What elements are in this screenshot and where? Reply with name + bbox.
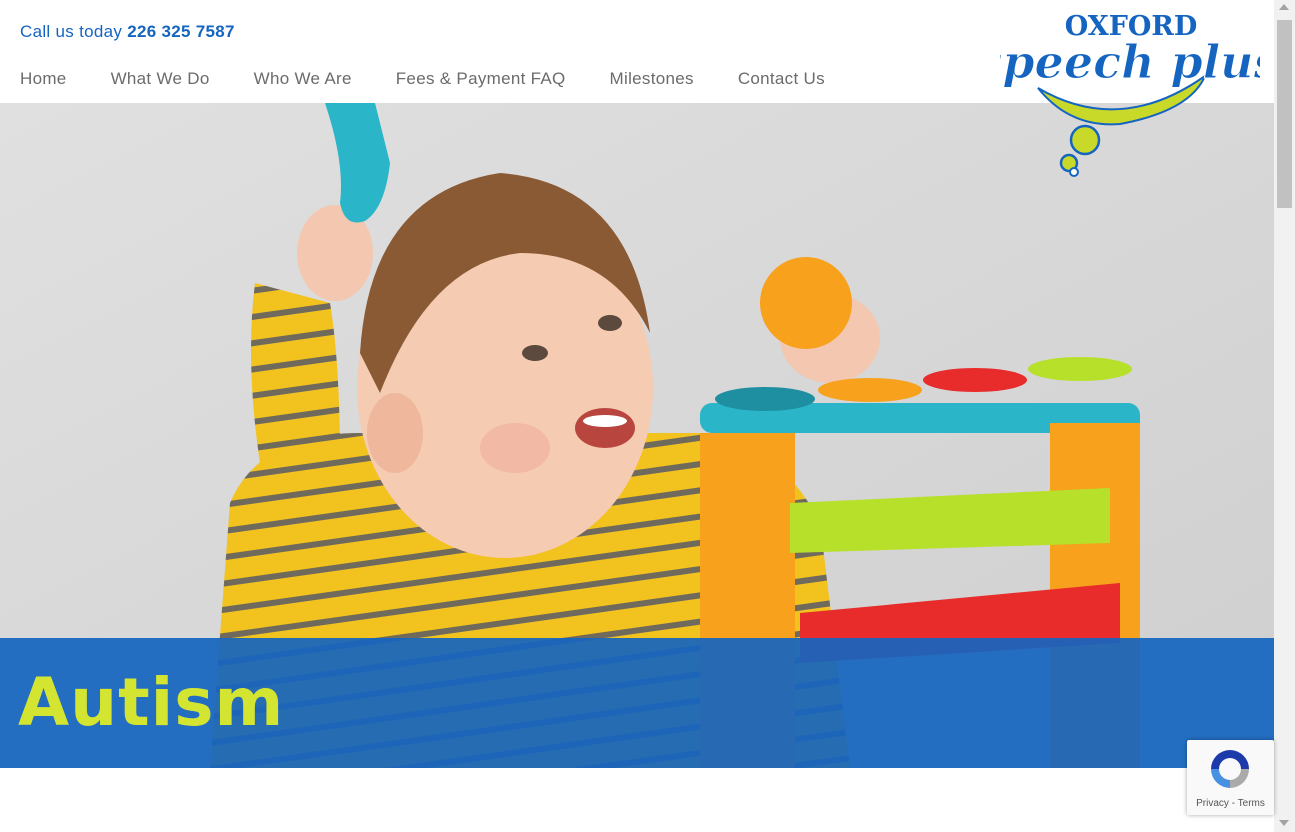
nav-home[interactable]: Home (20, 68, 67, 90)
page-title-bar: Autism (0, 638, 1274, 768)
recaptcha-links: Privacy - Terms (1187, 798, 1274, 809)
phone-link[interactable]: 226 325 7587 (127, 22, 235, 41)
nav-contact-us[interactable]: Contact Us (738, 68, 825, 90)
logo-speech-plus-text: speech plus (1000, 35, 1260, 89)
scroll-down-arrow-icon[interactable] (1279, 820, 1289, 826)
call-us-prefix: Call us today (20, 22, 123, 41)
site-logo[interactable]: OXFORD speech plus (975, 6, 1280, 182)
scroll-up-arrow-icon[interactable] (1279, 4, 1289, 10)
nav-who-we-are[interactable]: Who We Are (254, 68, 352, 90)
recaptcha-separator: - (1228, 798, 1238, 809)
nav-what-we-do[interactable]: What We Do (111, 68, 210, 90)
hero-image: Autism (0, 103, 1274, 768)
recaptcha-badge[interactable]: Privacy - Terms (1187, 740, 1274, 815)
main-nav: Home What We Do Who We Are Fees & Paymen… (20, 68, 869, 90)
page-title: Autism (18, 664, 285, 741)
scroll-thumb[interactable] (1277, 20, 1292, 208)
recaptcha-terms-link[interactable]: Terms (1238, 798, 1265, 809)
call-us: Call us today 226 325 7587 (20, 22, 235, 42)
page-scrollbar[interactable] (1274, 0, 1295, 832)
recaptcha-privacy-link[interactable]: Privacy (1196, 798, 1229, 809)
nav-milestones[interactable]: Milestones (610, 68, 694, 90)
nav-fees-payment-faq[interactable]: Fees & Payment FAQ (396, 68, 566, 90)
recaptcha-icon (1211, 750, 1249, 788)
